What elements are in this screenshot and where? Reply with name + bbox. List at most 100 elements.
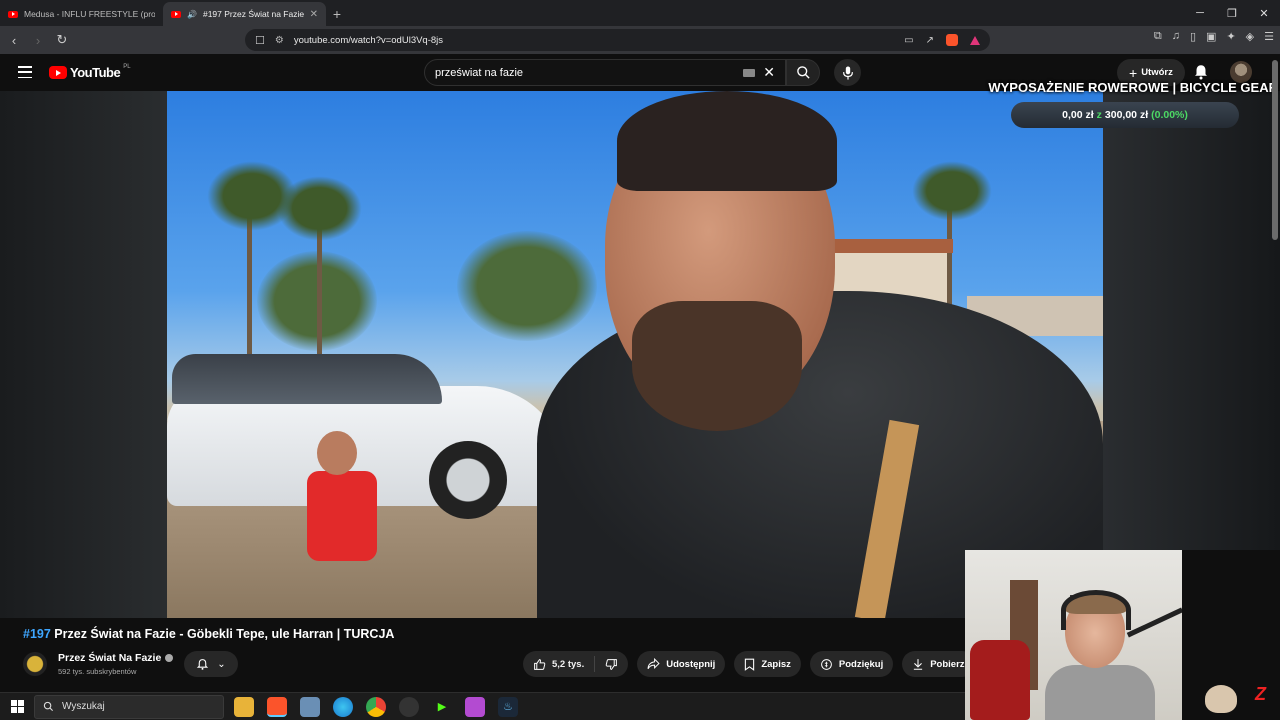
search-icon <box>796 66 810 79</box>
video-frame-child <box>307 431 397 618</box>
brave-browser-icon[interactable] <box>267 696 287 717</box>
super-thanks-icon <box>821 658 832 670</box>
channel-name-text[interactable]: Przez Świat Na Fazie <box>58 652 161 664</box>
youtube-logo[interactable]: YouTube PL <box>49 63 131 80</box>
app-icon[interactable] <box>465 696 485 717</box>
tab-current-video[interactable]: 🔊 #197 Przez Świat na Fazie - G ✕ <box>163 2 326 26</box>
tab-close-icon[interactable]: ✕ <box>310 9 318 20</box>
close-icon[interactable]: ✕ <box>1248 0 1280 26</box>
taskbar-apps: ▶ ♨ <box>234 696 518 717</box>
clear-search-icon[interactable]: ✕ <box>763 64 775 81</box>
z-logo-icon: Z <box>1255 684 1266 704</box>
share-label: Udostępnij <box>666 658 716 670</box>
search-query[interactable]: przeświat na fazie <box>435 67 743 79</box>
speaker-icon[interactable]: 🔊 <box>187 10 197 19</box>
page-scrollbar[interactable] <box>1272 60 1278 240</box>
back-button[interactable]: ‹ <box>4 30 24 50</box>
windows-taskbar: Wyszukaj ▶ ♨ <box>0 692 965 720</box>
plus-icon: + <box>1129 64 1138 81</box>
youtube-play-icon <box>49 66 67 79</box>
video-title-text: Przez Świat na Fazie - Göbekli Tepe, ule… <box>50 627 395 641</box>
browser-extension-icons: ⧉ ♫ ▯ ▣ ✦ ◈ ☰ <box>1154 30 1274 43</box>
subscriber-count: 592 tys. subskrybentów <box>58 667 137 676</box>
window-controls: ─ ❐ ✕ <box>1184 0 1280 26</box>
steam-icon[interactable]: ♨ <box>498 696 518 717</box>
browser-tab-bar: Medusa - INFLU FREESTYLE (prod. VE 🔊 #19… <box>0 0 1280 26</box>
brave-rewards-icon[interactable] <box>970 35 980 45</box>
tab-medusa[interactable]: Medusa - INFLU FREESTYLE (prod. VE <box>0 2 163 26</box>
site-info-icon[interactable]: ⚙ <box>275 35 284 46</box>
video-letterbox-right <box>1103 91 1280 551</box>
media-icon[interactable]: ♫ <box>1172 30 1180 43</box>
sidebar-icon[interactable]: ▯ <box>1190 30 1196 43</box>
video-letterbox-left <box>0 91 167 618</box>
palm-fronds <box>277 176 362 241</box>
like-button[interactable]: 5,2 tys. <box>523 656 596 672</box>
search-input[interactable]: przeświat na fazie ✕ <box>424 59 786 86</box>
share-icon[interactable]: ↗ <box>926 35 934 46</box>
video-number-hashtag[interactable]: #197 <box>23 627 51 641</box>
donation-amount: 0,00 zł <box>1062 109 1094 121</box>
chrome-icon[interactable] <box>366 696 386 717</box>
kick-icon[interactable]: ▶ <box>432 697 452 717</box>
thanks-label: Podziękuj <box>838 658 884 670</box>
search-button[interactable] <box>786 59 820 86</box>
share-button[interactable]: Udostępnij <box>637 651 726 677</box>
vpn-icon[interactable]: ◈ <box>1246 30 1254 43</box>
bell-icon <box>197 658 209 670</box>
app-icon[interactable] <box>300 696 320 717</box>
obs-icon[interactable] <box>399 696 419 717</box>
taskbar-search-input[interactable]: Wyszukaj <box>34 694 224 719</box>
verified-icon <box>165 654 174 662</box>
reload-button[interactable]: ↻ <box>52 30 72 50</box>
save-button[interactable]: Zapisz <box>734 651 801 677</box>
minimize-icon[interactable]: ─ <box>1184 0 1216 26</box>
bookmark-icon <box>745 658 755 671</box>
region-label: PL <box>123 63 131 70</box>
wallet-icon[interactable]: ▣ <box>1206 30 1216 43</box>
keyboard-icon[interactable] <box>743 68 756 77</box>
extensions-icon[interactable]: ⧉ <box>1154 30 1162 43</box>
webcam-side-fill <box>1182 550 1280 690</box>
channel-name[interactable]: Przez Świat Na Fazie <box>58 652 174 664</box>
taskbar-search-placeholder: Wyszukaj <box>62 701 105 712</box>
thumbs-up-icon <box>534 658 546 670</box>
download-button[interactable]: Pobierz <box>902 651 975 677</box>
menu-icon[interactable]: ☰ <box>1264 30 1274 43</box>
bookmark-icon[interactable]: ☐ <box>255 34 265 47</box>
donation-of: z <box>1096 109 1102 121</box>
file-explorer-icon[interactable] <box>234 696 254 717</box>
subscription-bell-button[interactable]: ⌄ <box>184 651 238 677</box>
new-tab-button[interactable]: + <box>326 2 348 26</box>
like-dislike-group: 5,2 tys. <box>523 651 629 677</box>
thanks-button[interactable]: Podziękuj <box>809 651 894 677</box>
windows-start-icon[interactable] <box>0 693 34 720</box>
voice-search-button[interactable] <box>834 59 861 86</box>
download-icon <box>914 658 923 670</box>
forward-button[interactable]: › <box>28 30 48 50</box>
channel-avatar[interactable] <box>23 652 47 676</box>
chevron-down-icon: ⌄ <box>217 658 226 670</box>
thumbs-down-icon <box>605 658 618 670</box>
microphone-icon <box>842 65 853 80</box>
dislike-button[interactable] <box>595 658 628 671</box>
streamer-webcam <box>965 550 1182 720</box>
youtube-wordmark: YouTube <box>70 65 121 80</box>
maximize-icon[interactable]: ❐ <box>1216 0 1248 26</box>
brave-shields-icon[interactable] <box>946 34 958 46</box>
video-frame-presenter <box>537 91 1103 618</box>
notifications-bell-icon[interactable] <box>1192 63 1210 81</box>
url-text[interactable]: youtube.com/watch?v=odUl3Vq-8js <box>294 35 894 46</box>
donation-goal-title: WYPOSAŻENIE ROWEROWE | BICYCLE GEAR <box>988 80 1278 95</box>
edge-icon[interactable] <box>333 696 353 717</box>
like-count: 5,2 tys. <box>552 658 585 670</box>
hamburger-menu-icon[interactable] <box>18 66 32 78</box>
leo-ai-icon[interactable]: ✦ <box>1226 30 1235 43</box>
video-player[interactable] <box>167 91 1103 618</box>
download-label: Pobierz <box>930 658 965 670</box>
cast-icon[interactable]: ▭ <box>904 35 913 46</box>
headset-icon <box>1061 590 1131 630</box>
tab-label: Medusa - INFLU FREESTYLE (prod. VE <box>24 9 155 19</box>
youtube-favicon-icon <box>171 10 181 18</box>
address-bar[interactable]: ☐ ⚙ youtube.com/watch?v=odUl3Vq-8js ▭ ↗ <box>245 29 990 51</box>
